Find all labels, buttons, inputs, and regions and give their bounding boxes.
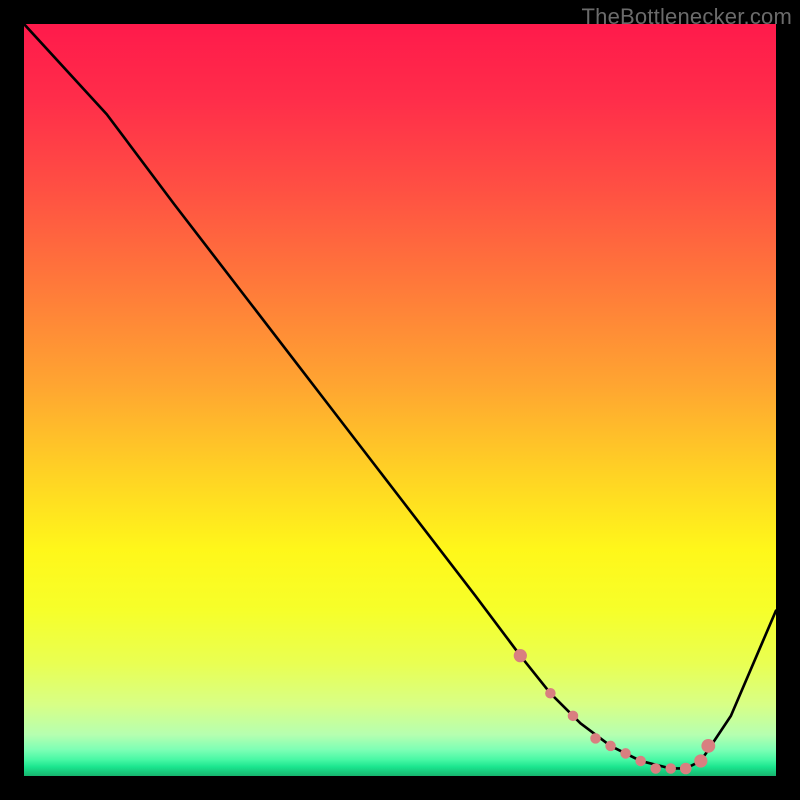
curve-marker xyxy=(568,711,579,722)
chart-stage: TheBottlenecker.com xyxy=(0,0,800,800)
curve-marker xyxy=(620,748,631,759)
curve-marker xyxy=(680,763,692,775)
curve-marker xyxy=(514,649,527,662)
curve-marker xyxy=(694,754,707,767)
curve-marker xyxy=(635,756,646,767)
curve-marker xyxy=(701,739,715,753)
curve-marker xyxy=(545,688,556,699)
curve-marker xyxy=(590,733,601,744)
curve-layer xyxy=(24,24,776,776)
curve-marker xyxy=(605,741,616,752)
plot-area xyxy=(24,24,776,776)
curve-marker xyxy=(650,763,661,774)
marker-group xyxy=(514,649,716,774)
bottleneck-curve xyxy=(24,24,776,768)
curve-marker xyxy=(665,763,676,774)
